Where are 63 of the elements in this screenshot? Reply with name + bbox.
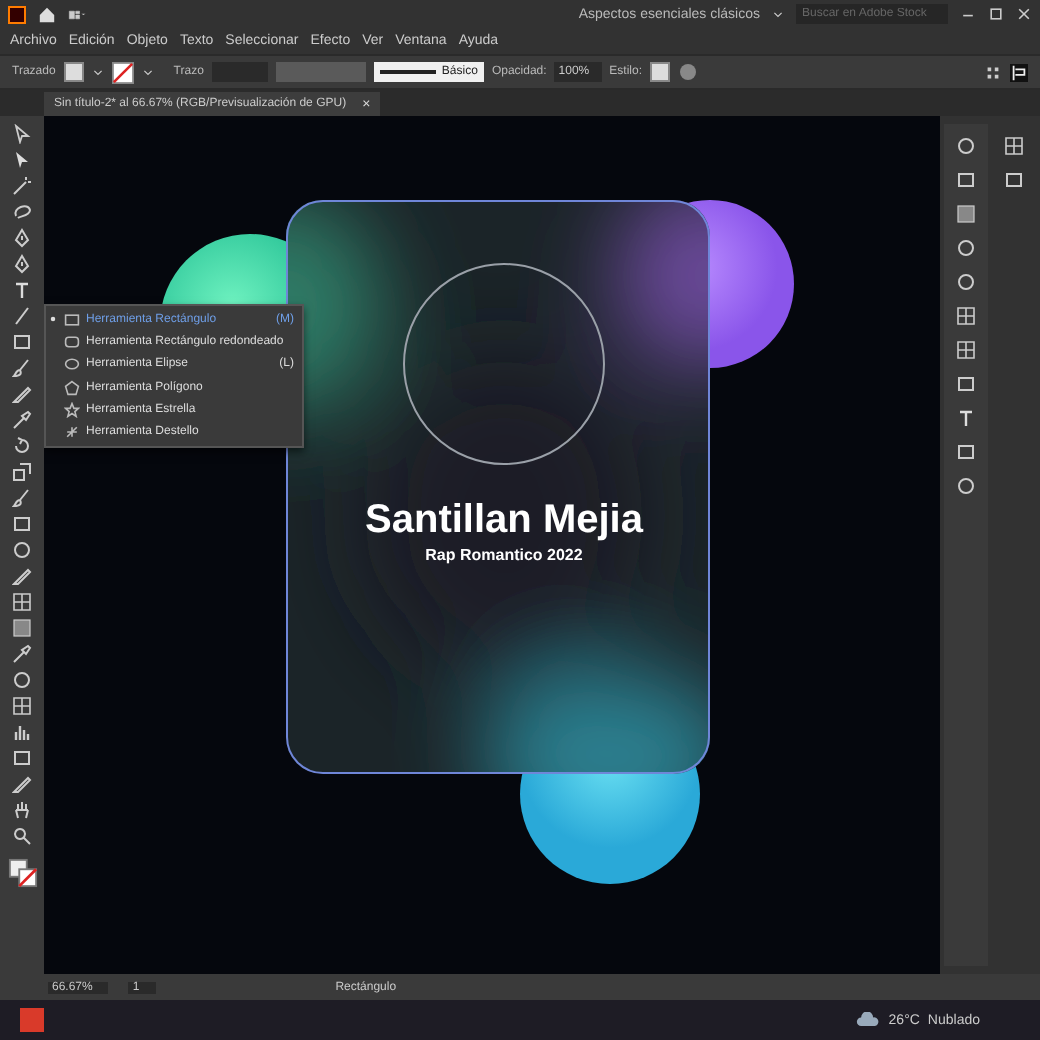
flare-icon [64, 424, 80, 441]
star-icon [64, 401, 80, 418]
caret-icon[interactable] [141, 66, 154, 78]
maximize-icon[interactable] [988, 6, 1004, 22]
scale-icon[interactable] [12, 462, 32, 482]
rotate-icon[interactable] [12, 436, 32, 456]
caret-icon[interactable] [91, 66, 104, 78]
grid-icon[interactable] [1004, 136, 1024, 156]
grid-icon[interactable] [984, 63, 1002, 81]
grid-icon[interactable] [12, 592, 32, 612]
chart-icon[interactable] [12, 722, 32, 742]
square-icon[interactable] [12, 748, 32, 768]
pencil-icon[interactable] [12, 384, 32, 404]
variable-width-field[interactable] [275, 62, 366, 82]
grid-icon[interactable] [956, 340, 976, 360]
pen-icon[interactable] [12, 254, 32, 274]
gradient-icon[interactable] [12, 618, 32, 638]
artwork-title: Santillan Mejia [365, 498, 643, 542]
rounded-rectangle-icon [64, 333, 80, 350]
grid-icon[interactable] [12, 696, 32, 716]
square-icon[interactable] [12, 332, 32, 352]
fill-stroke-icon[interactable] [7, 858, 37, 888]
pencil-icon[interactable] [12, 774, 32, 794]
pen-icon[interactable] [12, 228, 32, 248]
polygon-icon [64, 379, 80, 396]
circle-icon[interactable] [956, 238, 976, 258]
fill-swatch[interactable] [63, 62, 84, 82]
brush-icon[interactable] [12, 358, 32, 378]
search-icon[interactable] [12, 826, 32, 846]
line-icon[interactable] [12, 306, 32, 326]
style-swatch[interactable] [650, 62, 670, 82]
pencil-icon[interactable] [12, 566, 32, 586]
stroke-swatch[interactable] [111, 61, 134, 83]
layout-icon[interactable] [68, 5, 86, 23]
hand-icon[interactable] [12, 800, 32, 820]
ellipse-icon [64, 356, 80, 373]
lasso-icon[interactable] [12, 202, 32, 222]
cloud-icon [856, 1012, 881, 1028]
circle-icon[interactable] [956, 476, 976, 496]
gradient-icon[interactable] [956, 204, 976, 224]
square-icon[interactable] [956, 170, 976, 190]
home-icon[interactable] [38, 5, 56, 23]
grid-icon[interactable] [956, 306, 976, 326]
close-icon[interactable] [1016, 6, 1032, 22]
wand-icon[interactable] [12, 176, 32, 196]
app-logo-icon[interactable] [8, 5, 26, 23]
type-icon[interactable] [956, 408, 976, 428]
type-icon[interactable] [12, 280, 32, 300]
rectangle-icon [64, 311, 80, 328]
circle-icon[interactable] [956, 272, 976, 292]
circle-icon[interactable] [12, 670, 32, 690]
square-icon[interactable] [956, 442, 976, 462]
square-icon[interactable] [956, 374, 976, 394]
square-icon[interactable] [12, 514, 32, 534]
circle-icon[interactable] [956, 136, 976, 156]
bullet-icon [50, 316, 56, 323]
eyedropper-icon[interactable] [12, 410, 32, 430]
artwork-subtitle: Rap Romantico 2022 [425, 546, 583, 564]
square-icon[interactable] [1004, 170, 1024, 190]
circle-icon[interactable] [12, 540, 32, 560]
eyedropper-icon[interactable] [12, 644, 32, 664]
caret-icon [772, 8, 784, 20]
brush-icon[interactable] [12, 488, 32, 508]
